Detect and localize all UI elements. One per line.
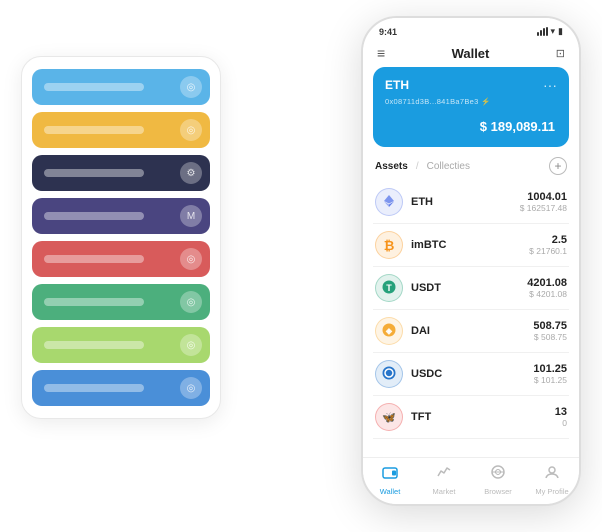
add-asset-button[interactable]: + — [549, 157, 567, 175]
eth-card-address: 0x08711d3B...841Ba7Be3 ⚡ — [385, 97, 557, 106]
asset-icon-tft: 🦋 — [375, 403, 403, 431]
battery-icon: ▮ — [558, 26, 563, 37]
asset-icon-usdc — [375, 360, 403, 388]
asset-name-eth: ETH — [411, 196, 520, 208]
eth-card-name: ETH — [385, 78, 409, 92]
asset-name-tft: TFT — [411, 411, 555, 423]
card-bar-4[interactable]: ◎ — [32, 241, 210, 277]
wifi-icon: ▾ — [551, 26, 556, 37]
asset-name-usdc: USDC — [411, 368, 533, 380]
nav-icon-my-profile — [544, 464, 560, 485]
asset-name-usdt: USDT — [411, 282, 527, 294]
bottom-nav: Wallet Market Browser My Profile — [363, 457, 579, 504]
nav-icon-browser — [490, 464, 506, 485]
assets-tabs: Assets / Collecties — [375, 161, 470, 172]
signal-bars-icon — [537, 27, 548, 36]
asset-amounts-usdt: 4201.08$ 4201.08 — [527, 277, 567, 299]
asset-amount-usd: $ 4201.08 — [527, 289, 567, 299]
eth-card-more[interactable]: ··· — [543, 77, 557, 93]
phone-header: ≡ Wallet ⊡ — [363, 41, 579, 67]
asset-row-tft[interactable]: 🦋 TFT130 — [373, 396, 569, 439]
eth-card: ETH ··· 0x08711d3B...841Ba7Be3 ⚡ $ 189,0… — [373, 67, 569, 147]
svg-text:T: T — [386, 283, 392, 293]
svg-text:◈: ◈ — [385, 326, 393, 335]
asset-amount-main: 1004.01 — [520, 191, 567, 203]
phone: 9:41 ▾ ▮ ≡ Wallet ⊡ ETH — [361, 16, 581, 506]
menu-icon[interactable]: ≡ — [377, 45, 385, 61]
card-stack: ◎ ◎ ⚙ M ◎ ◎ ◎ ◎ — [21, 56, 221, 419]
asset-icon-dai: ◈ — [375, 317, 403, 345]
nav-label-browser: Browser — [484, 487, 512, 496]
nav-label-my-profile: My Profile — [535, 487, 568, 496]
balance-value: $ 189,089.11 — [480, 119, 555, 134]
tab-divider: / — [416, 161, 419, 172]
asset-amount-usd: $ 21760.1 — [529, 246, 567, 256]
asset-row-usdt[interactable]: T USDT4201.08$ 4201.08 — [373, 267, 569, 310]
asset-amounts-tft: 130 — [555, 406, 567, 428]
status-bar: 9:41 ▾ ▮ — [363, 18, 579, 41]
asset-amount-usd: 0 — [555, 418, 567, 428]
asset-amounts-usdc: 101.25$ 101.25 — [533, 363, 567, 385]
status-icons: ▾ ▮ — [537, 26, 563, 37]
asset-icon-eth — [375, 188, 403, 216]
scene: ◎ ◎ ⚙ M ◎ ◎ ◎ ◎ 9:41 ▾ ▮ ≡ Wallet ⊡ — [21, 16, 581, 516]
nav-item-market[interactable]: Market — [417, 464, 471, 496]
card-bar-6[interactable]: ◎ — [32, 327, 210, 363]
page-title: Wallet — [385, 46, 556, 61]
asset-row-imbtc[interactable]: ₿ imBTC2.5$ 21760.1 — [373, 224, 569, 267]
eth-card-balance: $ 189,089.11 — [385, 114, 557, 137]
nav-item-wallet[interactable]: Wallet — [363, 464, 417, 496]
asset-amount-main: 13 — [555, 406, 567, 418]
assets-header: Assets / Collecties + — [373, 157, 569, 175]
asset-amount-main: 4201.08 — [527, 277, 567, 289]
card-bar-1[interactable]: ◎ — [32, 112, 210, 148]
asset-row-usdc[interactable]: USDC101.25$ 101.25 — [373, 353, 569, 396]
eth-card-header: ETH ··· — [385, 77, 557, 93]
asset-row-eth[interactable]: ETH1004.01$ 162517.48 — [373, 181, 569, 224]
card-bar-3[interactable]: M — [32, 198, 210, 234]
nav-item-browser[interactable]: Browser — [471, 464, 525, 496]
asset-icon-imbtc: ₿ — [375, 231, 403, 259]
card-bar-5[interactable]: ◎ — [32, 284, 210, 320]
asset-name-imbtc: imBTC — [411, 239, 529, 251]
asset-name-dai: DAI — [411, 325, 533, 337]
status-time: 9:41 — [379, 27, 397, 37]
nav-label-market: Market — [433, 487, 456, 496]
asset-amounts-imbtc: 2.5$ 21760.1 — [529, 234, 567, 256]
expand-icon[interactable]: ⊡ — [556, 47, 565, 60]
asset-amounts-eth: 1004.01$ 162517.48 — [520, 191, 567, 213]
card-bar-2[interactable]: ⚙ — [32, 155, 210, 191]
nav-label-wallet: Wallet — [380, 487, 401, 496]
asset-amounts-dai: 508.75$ 508.75 — [533, 320, 567, 342]
asset-amount-usd: $ 101.25 — [533, 375, 567, 385]
nav-item-my-profile[interactable]: My Profile — [525, 464, 579, 496]
card-bar-7[interactable]: ◎ — [32, 370, 210, 406]
asset-icon-usdt: T — [375, 274, 403, 302]
asset-amount-main: 2.5 — [529, 234, 567, 246]
card-bar-0[interactable]: ◎ — [32, 69, 210, 105]
asset-row-dai[interactable]: ◈ DAI508.75$ 508.75 — [373, 310, 569, 353]
tab-collecties[interactable]: Collecties — [427, 161, 470, 172]
asset-amount-usd: $ 508.75 — [533, 332, 567, 342]
asset-list: ETH1004.01$ 162517.48 ₿ imBTC2.5$ 21760.1 T… — [373, 181, 569, 439]
nav-icon-market — [436, 464, 452, 485]
nav-icon-wallet — [382, 464, 398, 485]
tab-assets[interactable]: Assets — [375, 161, 408, 172]
asset-amount-usd: $ 162517.48 — [520, 203, 567, 213]
asset-amount-main: 101.25 — [533, 363, 567, 375]
phone-content[interactable]: ETH ··· 0x08711d3B...841Ba7Be3 ⚡ $ 189,0… — [363, 67, 579, 457]
asset-amount-main: 508.75 — [533, 320, 567, 332]
